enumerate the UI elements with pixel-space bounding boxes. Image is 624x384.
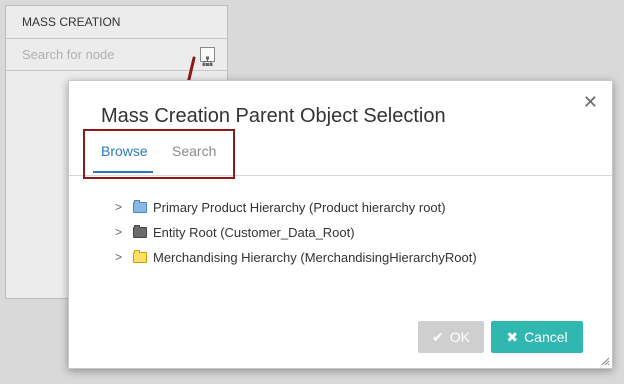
tree-node[interactable]: > Primary Product Hierarchy (Product hie… (115, 195, 477, 220)
close-icon[interactable]: ✕ (583, 93, 598, 111)
check-icon: ✔ (432, 329, 444, 345)
tab-browse[interactable]: Browse (101, 143, 148, 159)
dialog-title: Mass Creation Parent Object Selection (101, 105, 446, 127)
resize-grip-icon[interactable] (600, 356, 610, 366)
chevron-right-icon[interactable]: > (115, 245, 133, 270)
cancel-label: Cancel (524, 329, 568, 345)
tree-node-label: Primary Product Hierarchy (Product hiera… (153, 200, 446, 215)
tree-node-label: Entity Root (Customer_Data_Root) (153, 225, 355, 240)
tree-node[interactable]: > Entity Root (Customer_Data_Root) (115, 220, 477, 245)
hierarchy-tree: > Primary Product Hierarchy (Product hie… (115, 195, 477, 270)
tab-search[interactable]: Search (172, 143, 216, 159)
folder-icon (133, 250, 147, 263)
active-tab-indicator (93, 171, 153, 173)
chevron-right-icon[interactable]: > (115, 195, 133, 220)
ok-button[interactable]: ✔ OK (418, 321, 484, 353)
tree-node[interactable]: > Merchandising Hierarchy (Merchandising… (115, 245, 477, 270)
tree-view-icon[interactable] (200, 47, 215, 66)
search-placeholder: Search for node (22, 47, 115, 62)
tree-node-label: Merchandising Hierarchy (MerchandisingHi… (153, 250, 477, 265)
dialog-tabs: Browse Search (69, 129, 612, 179)
chevron-right-icon[interactable]: > (115, 220, 133, 245)
x-icon: ✖ (506, 329, 519, 345)
folder-icon (133, 200, 147, 213)
parent-object-selection-dialog: Mass Creation Parent Object Selection ✕ … (68, 80, 613, 369)
ok-label: OK (449, 329, 470, 345)
cancel-button[interactable]: ✖ Cancel (491, 321, 583, 353)
folder-icon (133, 225, 147, 238)
panel-title: MASS CREATION (6, 6, 227, 39)
